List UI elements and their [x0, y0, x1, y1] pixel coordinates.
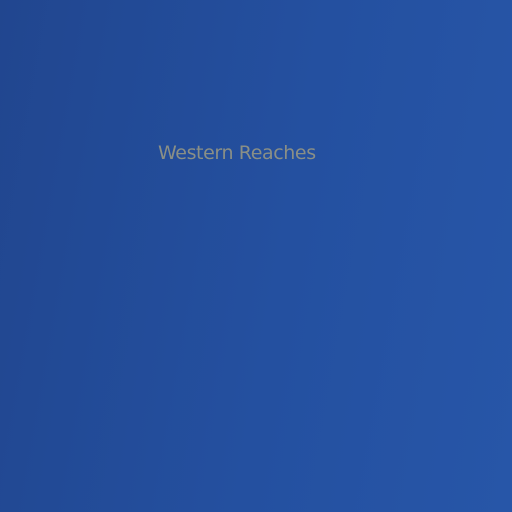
map-canvas[interactable]: Western Reaches — [0, 0, 512, 512]
region-label: Western Reaches — [158, 142, 316, 164]
